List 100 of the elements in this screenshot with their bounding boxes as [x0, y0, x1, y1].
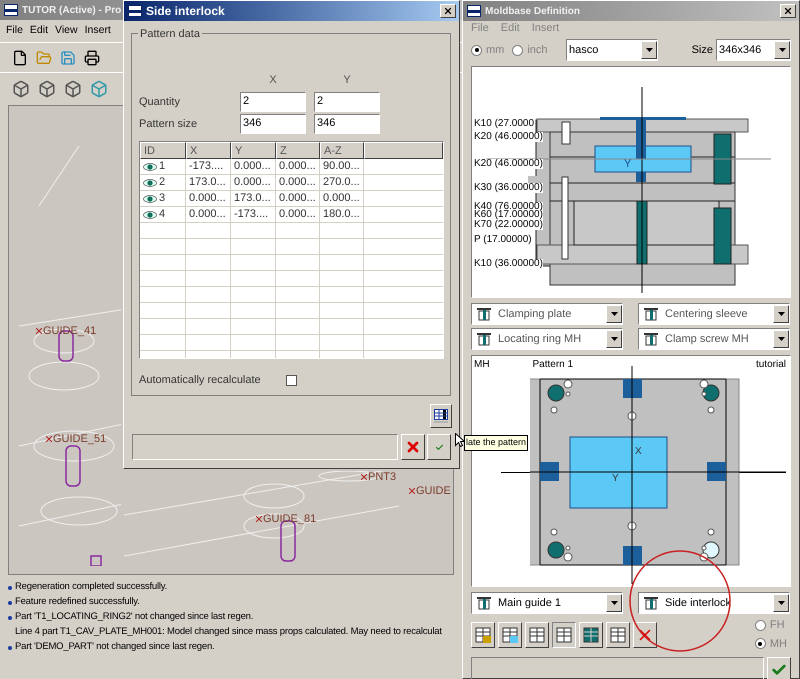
- eye-icon: [143, 178, 157, 186]
- radio-label: inch: [527, 42, 548, 58]
- close-button[interactable]: [780, 4, 796, 18]
- tooltip: late the pattern: [464, 435, 528, 450]
- axis-label: Y: [612, 473, 619, 484]
- app-logo-icon: [4, 4, 18, 16]
- part-icon: [476, 595, 492, 611]
- menu-item[interactable]: File: [6, 23, 23, 39]
- checkbox[interactable]: [286, 374, 297, 386]
- table-header[interactable]: X: [186, 142, 231, 159]
- part-icon: [643, 331, 659, 347]
- radio-label: FH: [770, 618, 785, 633]
- table-cell-text: 2: [159, 175, 166, 190]
- printer-icon[interactable]: [84, 50, 100, 66]
- dropdown-value: Clamping plate: [497, 306, 572, 322]
- input-field[interactable]: 2: [314, 92, 380, 112]
- toolbar-button[interactable]: [552, 622, 576, 648]
- window-title: Moldbase Definition: [485, 4, 580, 18]
- x-mark-icon: [256, 516, 262, 522]
- ok-button[interactable]: [427, 434, 451, 460]
- radio-label: mm: [486, 42, 504, 58]
- table-cell-text: 0.000...: [234, 159, 271, 174]
- input-field[interactable]: 346: [240, 114, 306, 134]
- table-cell-text: 173.0...: [189, 175, 226, 190]
- plate-label: K60 (17.00000): [474, 210, 543, 220]
- x-mark-icon: [361, 474, 367, 480]
- message-text: Part 'DEMO_PART' not changed since last regen.: [15, 640, 214, 654]
- message-text: Part 'T1_LOCATING_RING2' not changed since last regen.: [15, 610, 254, 624]
- cube-icon[interactable]: [64, 80, 82, 98]
- dropdown[interactable]: Locating ring MH: [471, 328, 623, 350]
- table-cell-text: 4: [159, 207, 166, 222]
- input-field[interactable]: 346: [314, 114, 380, 134]
- checkbox-label: Automatically recalculate: [139, 373, 262, 388]
- cube-icon[interactable]: [38, 80, 56, 98]
- table-header[interactable]: ID: [140, 142, 186, 159]
- input-field[interactable]: 2: [240, 92, 306, 112]
- table-cell-text: 90.00...: [323, 159, 360, 174]
- menu-item[interactable]: View: [55, 23, 78, 39]
- dropdown[interactable]: Clamp screw MH: [638, 328, 790, 350]
- guide-label: GUIDE: [416, 484, 451, 499]
- table-header[interactable]: Z: [276, 142, 320, 159]
- guide-label: PNT3: [368, 470, 396, 485]
- part-icon: [643, 595, 659, 611]
- dropdown[interactable]: Centering sleeve: [638, 303, 790, 325]
- part-icon: [476, 306, 492, 322]
- message-text: Feature redefined successfully.: [15, 595, 140, 610]
- radio-button[interactable]: [512, 44, 524, 56]
- plate-label: K10 (27.0000: [474, 119, 534, 129]
- column-header: Y: [342, 73, 352, 88]
- table-cell-text: -173....: [234, 207, 268, 222]
- plate-label: K30 (36.00000): [474, 183, 543, 193]
- table-cell-text: 0.000...: [189, 207, 226, 222]
- radio-button[interactable]: [754, 638, 766, 650]
- table-cell-text: 180.0...: [323, 207, 360, 222]
- dropdown[interactable]: 346x346: [716, 39, 791, 61]
- table-cell-text: 0.000...: [234, 175, 271, 190]
- dropdown[interactable]: hasco: [566, 39, 658, 61]
- table-cell-text: 0.000...: [189, 191, 226, 206]
- field-label: Pattern size: [139, 116, 198, 132]
- table-cell-text: 1: [159, 159, 166, 174]
- dropdown[interactable]: Clamping plate: [471, 303, 623, 325]
- app-logo-icon: [128, 5, 142, 17]
- column-header: X: [268, 73, 278, 88]
- table-cell-text: 3: [159, 191, 166, 206]
- plate-label: K70 (22.00000): [474, 220, 543, 230]
- window-title: TUTOR (Active) - Pro: [22, 4, 122, 18]
- part-icon: [476, 331, 492, 347]
- dropdown-value: Locating ring MH: [497, 332, 582, 347]
- plate-label: K20 (46.00000): [474, 132, 543, 142]
- plate-label: K10 (36.00000): [474, 259, 543, 269]
- close-icon: [783, 6, 793, 16]
- ok-button[interactable]: [767, 657, 791, 679]
- axis-label: X: [635, 446, 642, 457]
- table-header[interactable]: Y: [231, 142, 276, 159]
- table-cell-text: 0.000...: [279, 207, 316, 222]
- table-icon: [434, 409, 448, 423]
- menu-item[interactable]: Edit: [30, 23, 48, 39]
- radio-button[interactable]: [754, 620, 766, 631]
- window-title: Side interlock: [146, 3, 225, 20]
- check-icon: [434, 442, 444, 452]
- x-mark-icon: [46, 436, 52, 442]
- new-file-icon[interactable]: [12, 50, 28, 66]
- dropdown-value: Main guide 1: [497, 596, 562, 611]
- dropdown-value: hasco: [568, 42, 600, 58]
- message-text: Line 4 part T1_CAV_PLATE_MH001: Model changed since mass props calculated. May need to recalculat: [15, 625, 442, 640]
- cube-icon[interactable]: [12, 80, 30, 98]
- table-view-button[interactable]: [430, 404, 452, 428]
- dropdown[interactable]: Main guide 1: [471, 592, 623, 614]
- radio-button[interactable]: [471, 44, 482, 56]
- table-cell-text: 0.000...: [323, 191, 360, 206]
- close-button[interactable]: [440, 4, 456, 18]
- cancel-button[interactable]: [401, 434, 425, 460]
- part-icon: [643, 306, 659, 322]
- table-header[interactable]: A-Z: [320, 142, 364, 159]
- app-logo-icon: [467, 5, 481, 17]
- x-mark-icon: [36, 328, 42, 334]
- menu-item[interactable]: Insert: [84, 23, 111, 39]
- guide-label: GUIDE_51: [53, 432, 106, 447]
- dropdown-value: Clamp screw MH: [664, 332, 750, 347]
- axis-label: Y: [624, 158, 632, 170]
